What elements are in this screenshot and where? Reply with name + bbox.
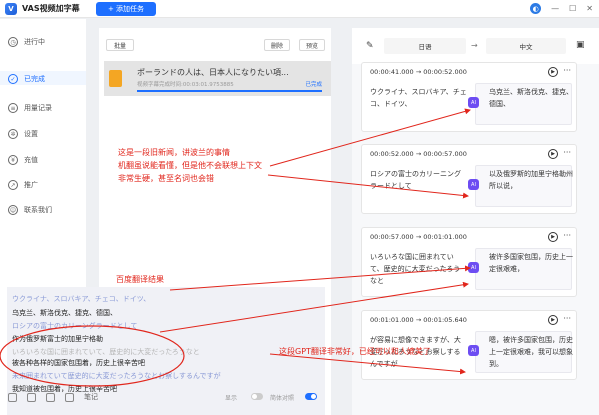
- annotation-arrow: [159, 281, 469, 333]
- annotation-note: 非常生硬，甚至名词也会错: [118, 174, 214, 183]
- annotation-arrow: [169, 265, 471, 291]
- annotation-arrow: [269, 108, 471, 167]
- annotation-arrow: [267, 174, 469, 199]
- annotation-circle: [0, 325, 185, 387]
- annotation-note: 这是一段旧新闻，讲波兰的事情: [118, 148, 230, 157]
- annotation-note: 百度翻译结果: [116, 275, 164, 284]
- annotation-note: 机翻虽说能看懂，但是他不会联想上下文: [118, 161, 262, 170]
- annotation-note: 这段GPT翻译非常好，已经可以和人媲美了: [279, 347, 431, 356]
